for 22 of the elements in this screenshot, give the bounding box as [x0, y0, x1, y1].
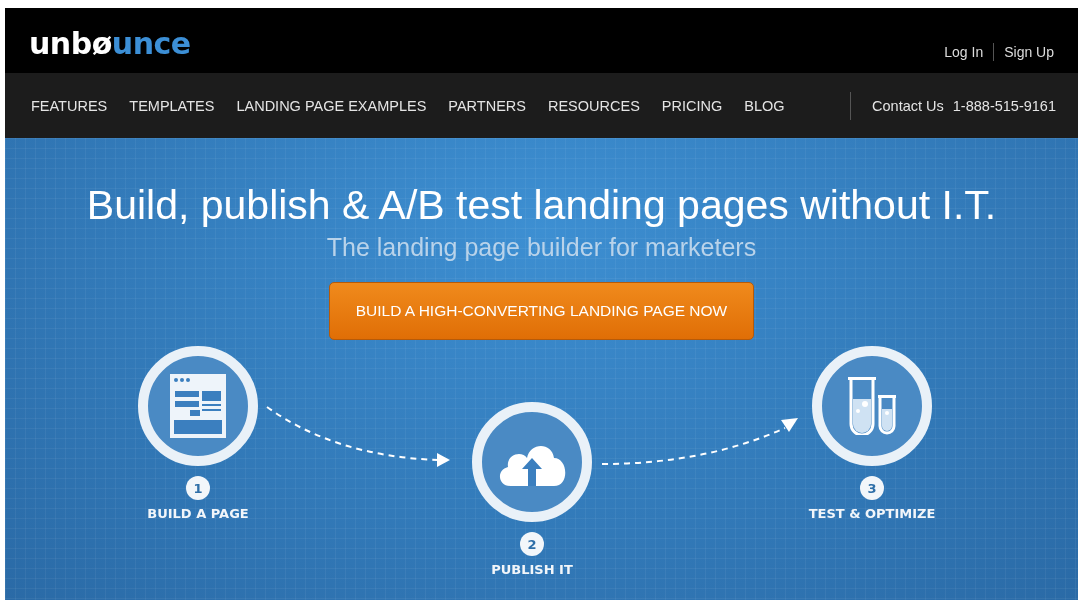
account-link[interactable]: Log In [944, 44, 984, 60]
step-label: TEST & OPTIMIZE [808, 506, 936, 521]
test-tubes-icon [848, 377, 896, 435]
logo[interactable]: unbøunce [29, 26, 191, 61]
nav-item[interactable]: FEATURES [31, 97, 108, 114]
nav-item[interactable]: RESOURCES [547, 97, 640, 114]
nav-item[interactable]: TEMPLATES [129, 97, 215, 114]
nav-item[interactable]: PRICING [661, 97, 723, 114]
nav-item[interactable]: BLOG [744, 97, 785, 114]
contact-label[interactable]: Contact Us [872, 97, 944, 114]
step-label: PUBLISH IT [491, 562, 573, 577]
nav-item[interactable]: PARTNERS [448, 97, 526, 114]
hero-subtitle: The landing page builder for marketers [326, 233, 757, 262]
step-label: BUILD A PAGE [147, 506, 249, 521]
phone-number: 1-888-515-9161 [952, 97, 1056, 114]
step-number: 3 [860, 476, 884, 500]
account-link[interactable]: Sign Up [1004, 44, 1054, 60]
step-number: 1 [186, 476, 210, 500]
hero-title: Build, publish & A/B test landing pages without I.T. [86, 182, 997, 229]
step-number: 2 [520, 532, 544, 556]
nav-item[interactable]: LANDING PAGE EXAMPLES [236, 97, 427, 114]
page-layout-icon [170, 374, 226, 438]
